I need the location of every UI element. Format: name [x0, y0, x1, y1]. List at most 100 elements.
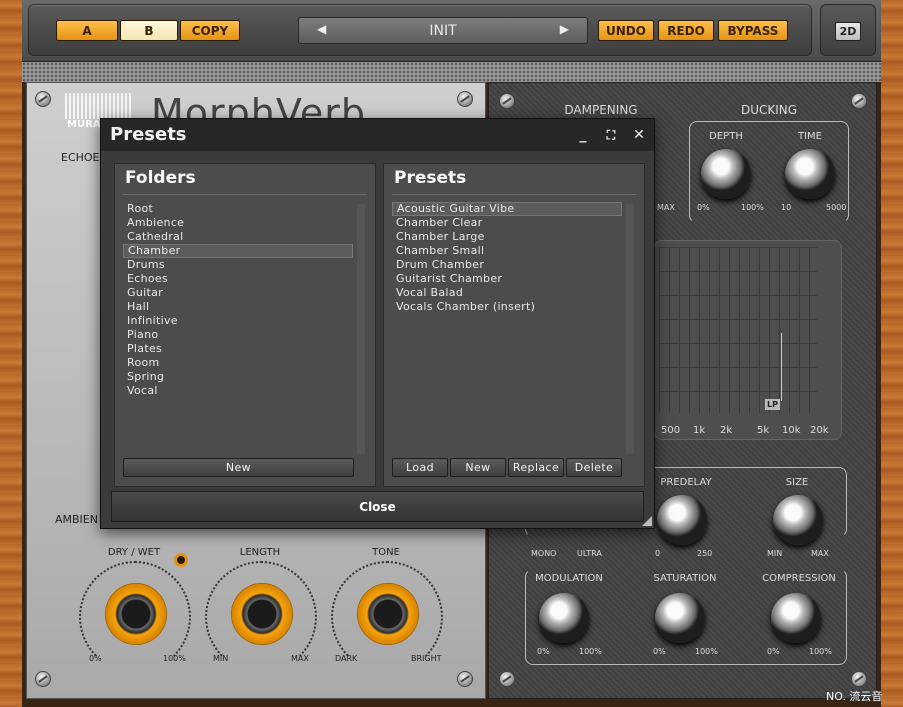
- folders-scrollbar[interactable]: [357, 204, 365, 454]
- bypass-button[interactable]: BYPASS: [718, 20, 788, 41]
- drywet-max-label: 100%: [163, 654, 186, 663]
- tone-knob[interactable]: [357, 583, 419, 645]
- folders-pane: Folders Root Ambience Cathedral Chamber …: [114, 163, 376, 487]
- folder-item[interactable]: Hall: [123, 300, 353, 314]
- ducking-title: DUCKING: [740, 103, 798, 117]
- tone-label: TONE: [372, 547, 400, 558]
- time-min-label: 10: [781, 203, 792, 212]
- speaker-grille: [22, 62, 881, 82]
- saturation-knob[interactable]: [655, 593, 705, 643]
- predelay-label: PREDELAY: [660, 477, 712, 488]
- b-button[interactable]: B: [120, 20, 178, 41]
- lock-toggle[interactable]: [174, 553, 188, 567]
- presets-scrollbar[interactable]: [626, 204, 634, 454]
- close-button[interactable]: Close: [111, 491, 644, 522]
- drywet-knob[interactable]: [105, 583, 167, 645]
- folder-item[interactable]: Ambience: [123, 216, 353, 230]
- eq-display[interactable]: LP 500 1k 2k 5k 10k 20k: [654, 240, 842, 440]
- new-folder-button[interactable]: New: [123, 458, 354, 477]
- copy-button[interactable]: COPY: [180, 20, 240, 41]
- size-max-label: MAX: [811, 549, 829, 558]
- folder-item[interactable]: Room: [123, 356, 353, 370]
- predelay-min-label: 0: [655, 549, 661, 558]
- folder-item[interactable]: Root: [123, 202, 353, 216]
- compression-knob[interactable]: [771, 593, 821, 643]
- folder-item[interactable]: Spring: [123, 370, 353, 384]
- folder-item-selected[interactable]: Chamber: [123, 244, 353, 258]
- screw-icon: [499, 671, 515, 687]
- predelay-max-label: 250: [697, 549, 713, 558]
- close-icon[interactable]: ✕: [630, 126, 648, 144]
- size-knob[interactable]: [773, 495, 823, 545]
- folder-item[interactable]: Guitar: [123, 286, 353, 300]
- divider: [123, 194, 367, 195]
- divider: [392, 194, 636, 195]
- preset-item[interactable]: Vocals Chamber (insert): [392, 300, 622, 314]
- time-knob[interactable]: [785, 149, 835, 199]
- dialog-title: Presets: [110, 124, 187, 145]
- length-label: LENGTH: [239, 547, 281, 558]
- wood-side-left: [0, 0, 22, 707]
- current-preset-name[interactable]: INIT: [429, 23, 456, 39]
- dampening-max-label: MAX: [657, 203, 675, 212]
- preset-item-selected[interactable]: Acoustic Guitar Vibe: [392, 202, 622, 216]
- folder-item[interactable]: Echoes: [123, 272, 353, 286]
- preset-item[interactable]: Guitarist Chamber: [392, 272, 622, 286]
- presets-list: Acoustic Guitar Vibe Chamber Clear Chamb…: [392, 202, 622, 314]
- tone-max-label: BRIGHT: [411, 654, 442, 663]
- eq-tick-label: 5k: [757, 425, 770, 436]
- wood-side-right: [881, 0, 903, 707]
- new-preset-button[interactable]: New: [450, 458, 506, 477]
- eq-tick-label: 2k: [720, 425, 733, 436]
- screw-icon: [35, 671, 51, 687]
- compression-max-label: 100%: [809, 647, 832, 656]
- view-2d-button[interactable]: 2D: [835, 22, 861, 41]
- folder-item[interactable]: Plates: [123, 342, 353, 356]
- undo-button[interactable]: UNDO: [598, 20, 654, 41]
- preset-item[interactable]: Chamber Clear: [392, 216, 622, 230]
- folder-item[interactable]: Cathedral: [123, 230, 353, 244]
- resize-grip-icon[interactable]: [642, 516, 652, 526]
- eq-tick-label: 10k: [782, 425, 801, 436]
- delete-button[interactable]: Delete: [566, 458, 622, 477]
- modulation-knob[interactable]: [539, 593, 589, 643]
- saturation-max-label: 100%: [695, 647, 718, 656]
- tone-min-label: DARK: [335, 654, 358, 663]
- preset-item[interactable]: Chamber Large: [392, 230, 622, 244]
- screw-icon: [499, 93, 515, 109]
- dialog-titlebar: Presets _ ⛶ ✕: [101, 119, 654, 151]
- time-max-label: 5000: [826, 203, 847, 212]
- redo-button[interactable]: REDO: [658, 20, 714, 41]
- width-min-label: MONO: [531, 549, 557, 558]
- folder-item[interactable]: Vocal: [123, 384, 353, 398]
- preset-item[interactable]: Drum Chamber: [392, 258, 622, 272]
- predelay-knob[interactable]: [657, 495, 707, 545]
- eq-tick-label: 20k: [810, 425, 829, 436]
- length-knob[interactable]: [231, 583, 293, 645]
- next-preset-icon[interactable]: ▶: [560, 22, 569, 36]
- compression-min-label: 0%: [767, 647, 780, 656]
- folder-item[interactable]: Piano: [123, 328, 353, 342]
- preset-selector[interactable]: ◀ INIT ▶: [298, 17, 588, 44]
- depth-knob[interactable]: [701, 149, 751, 199]
- screw-icon: [457, 671, 473, 687]
- preset-item[interactable]: Vocal Balad: [392, 286, 622, 300]
- a-button[interactable]: A: [56, 20, 118, 41]
- presets-title: Presets: [394, 168, 467, 188]
- folder-item[interactable]: Drums: [123, 258, 353, 272]
- drywet-min-label: 0%: [89, 654, 102, 663]
- replace-button[interactable]: Replace: [508, 458, 564, 477]
- load-button[interactable]: Load: [392, 458, 448, 477]
- saturation-min-label: 0%: [653, 647, 666, 656]
- preset-item[interactable]: Chamber Small: [392, 244, 622, 258]
- drywet-label: DRY / WET: [107, 547, 161, 558]
- screw-icon: [851, 671, 867, 687]
- dampening-title: DAMPENING: [564, 103, 638, 117]
- depth-min-label: 0%: [697, 203, 710, 212]
- maximize-icon[interactable]: ⛶: [602, 126, 620, 144]
- folder-item[interactable]: Infinitive: [123, 314, 353, 328]
- prev-preset-icon[interactable]: ◀: [317, 22, 326, 36]
- folders-title: Folders: [125, 168, 196, 188]
- minimize-icon[interactable]: _: [574, 126, 592, 144]
- lp-handle[interactable]: LP: [765, 399, 780, 410]
